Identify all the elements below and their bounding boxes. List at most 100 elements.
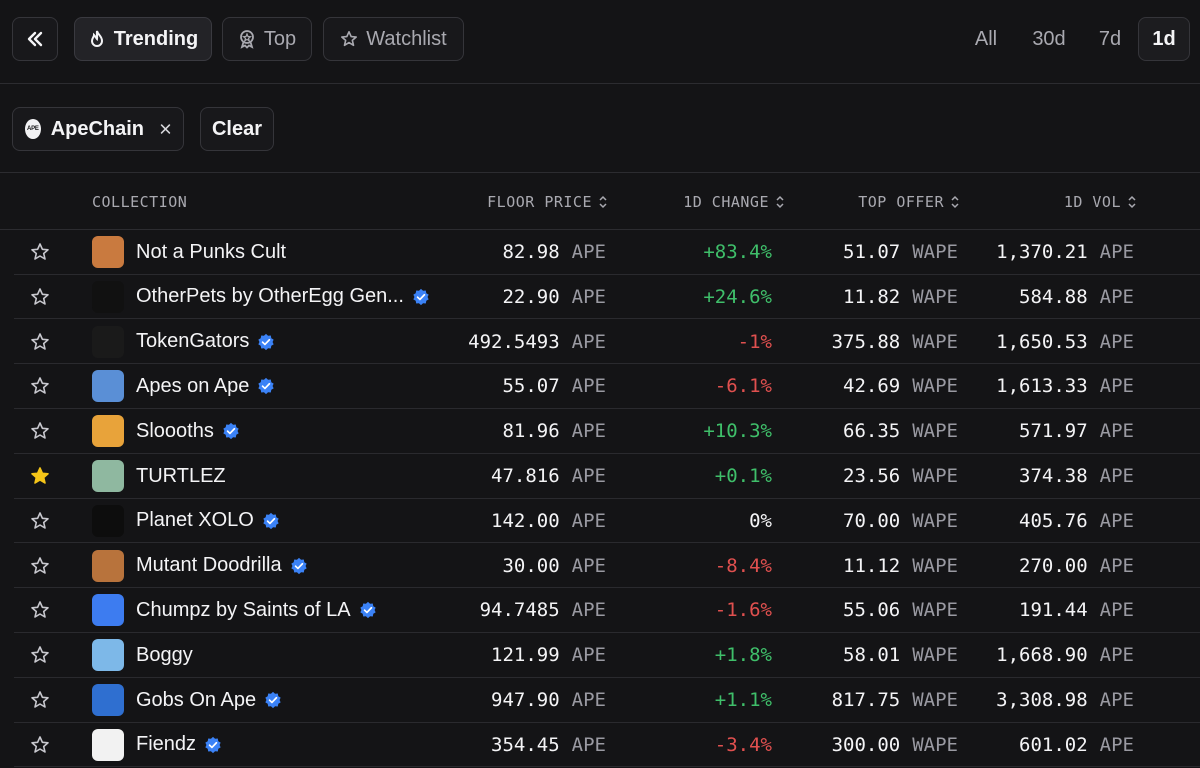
volume-value: 1,650.53 — [996, 330, 1088, 353]
time-filter-7d[interactable]: 7d — [1090, 17, 1130, 61]
change-cell: +0.1% — [634, 454, 772, 498]
collection-name-cell[interactable]: Mutant Doodrilla — [136, 544, 436, 588]
collection-name: Fiendz — [136, 733, 197, 756]
collection-avatar — [92, 280, 124, 313]
watchlist-toggle[interactable] — [30, 275, 52, 319]
collection-name-cell[interactable]: Planet XOLO — [136, 499, 436, 543]
collection-name-cell[interactable]: Apes on Ape — [136, 364, 436, 408]
watchlist-toggle[interactable] — [30, 454, 52, 498]
table-row[interactable]: Planet XOLO 142.00 APE 0% 70.00 WAPE 405… — [14, 499, 1200, 544]
collection-name-cell[interactable]: Gobs On Ape — [136, 678, 436, 722]
change-value: -8.4% — [714, 554, 772, 577]
column-header-1d-change[interactable]: 1D CHANGE — [620, 174, 785, 230]
collection-name-cell[interactable]: Fiendz — [136, 723, 436, 767]
collapse-button[interactable] — [12, 17, 58, 61]
table-row[interactable]: Boggy 121.99 APE +1.8% 58.01 WAPE 1,668.… — [14, 633, 1200, 678]
collection-name: Planet XOLO — [136, 509, 254, 532]
table-row[interactable]: Not a Punks Cult 82.98 APE +83.4% 51.07 … — [14, 230, 1200, 275]
volume-unit: APE — [1099, 509, 1134, 532]
floor-price-cell: 142.00 APE — [420, 499, 606, 543]
watchlist-toggle[interactable] — [30, 409, 52, 453]
floor-price-cell: 30.00 APE — [420, 544, 606, 588]
change-cell: 0% — [634, 499, 772, 543]
volume-value: 191.44 — [1019, 599, 1088, 622]
column-header-collection[interactable]: COLLECTION — [92, 174, 292, 230]
floor-price-cell: 81.96 APE — [420, 409, 606, 453]
tab-top[interactable]: Top — [222, 17, 312, 61]
tab-trending[interactable]: Trending — [74, 17, 212, 61]
star-icon — [31, 646, 49, 663]
star-icon — [31, 556, 49, 574]
floor-price-value: 94.7485 — [479, 599, 560, 622]
chain-filter-chip[interactable]: APE ApeChain — [12, 107, 184, 151]
clear-filters-button[interactable]: Clear — [200, 107, 274, 151]
time-filter-all[interactable]: All — [966, 17, 1006, 61]
watchlist-toggle[interactable] — [30, 364, 52, 408]
collection-name-cell[interactable]: Boggy — [136, 633, 436, 677]
volume-cell: 3,308.98 APE — [964, 678, 1134, 722]
watchlist-toggle[interactable] — [30, 320, 52, 364]
watchlist-toggle[interactable] — [30, 230, 52, 274]
watchlist-toggle[interactable] — [30, 678, 52, 722]
top-offer-cell: 300.00 WAPE — [794, 723, 958, 767]
collection-avatar — [92, 728, 124, 761]
time-filter-30d[interactable]: 30d — [1024, 17, 1074, 61]
column-header-floor-price-label: FLOOR PRICE — [487, 193, 592, 211]
change-value: -3.4% — [714, 733, 772, 756]
top-offer-cell: 11.82 WAPE — [794, 275, 958, 319]
table-row[interactable]: Chumpz by Saints of LA 94.7485 APE -1.6%… — [14, 588, 1200, 634]
table-row[interactable]: Mutant Doodrilla 30.00 APE -8.4% 11.12 W… — [14, 544, 1200, 589]
tab-watchlist[interactable]: Watchlist — [323, 17, 464, 61]
column-header-collection-label: COLLECTION — [92, 193, 188, 211]
watchlist-toggle[interactable] — [30, 499, 52, 543]
watchlist-toggle[interactable] — [30, 723, 52, 767]
collection-avatar — [92, 549, 124, 582]
table-row[interactable]: TURTLEZ 47.816 APE +0.1% 23.56 WAPE 374.… — [14, 454, 1200, 499]
floor-price-cell: 82.98 APE — [420, 230, 606, 274]
volume-unit: APE — [1099, 285, 1134, 308]
table-row[interactable]: OtherPets by OtherEgg Gen... 22.90 APE +… — [14, 275, 1200, 320]
time-filter-1d[interactable]: 1d — [1138, 17, 1190, 61]
flame-icon — [90, 30, 103, 47]
collection-name-cell[interactable]: Sloooths — [136, 409, 436, 453]
verified-badge-icon — [263, 512, 279, 529]
top-offer-unit: WAPE — [912, 330, 958, 353]
collection-name-cell[interactable]: Chumpz by Saints of LA — [136, 588, 436, 632]
column-header-top-offer[interactable]: TOP OFFER — [800, 174, 960, 230]
top-offer-cell: 23.56 WAPE — [794, 454, 958, 498]
star-icon — [31, 332, 49, 350]
top-offer-unit: WAPE — [912, 733, 958, 756]
volume-unit: APE — [1099, 733, 1134, 756]
collection-avatar — [92, 639, 124, 672]
top-toolbar: Trending Top Watchlist All 30d 7d 1d — [0, 0, 1200, 84]
top-offer-cell: 817.75 WAPE — [794, 678, 958, 722]
verified-badge-icon — [265, 691, 281, 709]
watchlist-toggle[interactable] — [30, 588, 52, 632]
watchlist-toggle[interactable] — [30, 544, 52, 588]
column-header-floor-price[interactable]: FLOOR PRICE — [420, 174, 608, 230]
column-header-1d-vol[interactable]: 1D VOL — [980, 174, 1137, 230]
award-icon — [239, 30, 254, 49]
watchlist-toggle[interactable] — [30, 633, 52, 677]
change-value: -6.1% — [714, 375, 772, 398]
volume-unit: APE — [1099, 554, 1134, 577]
collection-name-cell[interactable]: TokenGators — [136, 320, 436, 364]
collection-name-cell[interactable]: Not a Punks Cult — [136, 230, 436, 274]
table-row[interactable]: Sloooths 81.96 APE +10.3% 66.35 WAPE 571… — [14, 409, 1200, 454]
collection-name-cell[interactable]: OtherPets by OtherEgg Gen... — [136, 275, 436, 319]
table-row[interactable]: Gobs On Ape 947.90 APE +1.1% 817.75 WAPE… — [14, 678, 1200, 723]
top-offer-cell: 375.88 WAPE — [794, 320, 958, 364]
top-offer-value: 375.88 — [831, 330, 901, 353]
collection-name: Apes on Ape — [136, 374, 250, 397]
table-row[interactable]: Fiendz 354.45 APE -3.4% 300.00 WAPE 601.… — [14, 723, 1200, 768]
table-row[interactable]: Apes on Ape 55.07 APE -6.1% 42.69 WAPE 1… — [14, 364, 1200, 410]
change-value: -1.6% — [714, 599, 772, 622]
tab-watchlist-label: Watchlist — [366, 27, 447, 50]
volume-value: 601.02 — [1019, 733, 1088, 756]
volume-value: 374.38 — [1019, 465, 1088, 487]
table-row[interactable]: TokenGators 492.5493 APE -1% 375.88 WAPE… — [14, 320, 1200, 365]
collection-name-cell[interactable]: TURTLEZ — [136, 454, 436, 498]
change-value: -1% — [737, 330, 772, 353]
floor-price-cell: 492.5493 APE — [420, 320, 606, 364]
close-icon[interactable] — [160, 122, 171, 136]
